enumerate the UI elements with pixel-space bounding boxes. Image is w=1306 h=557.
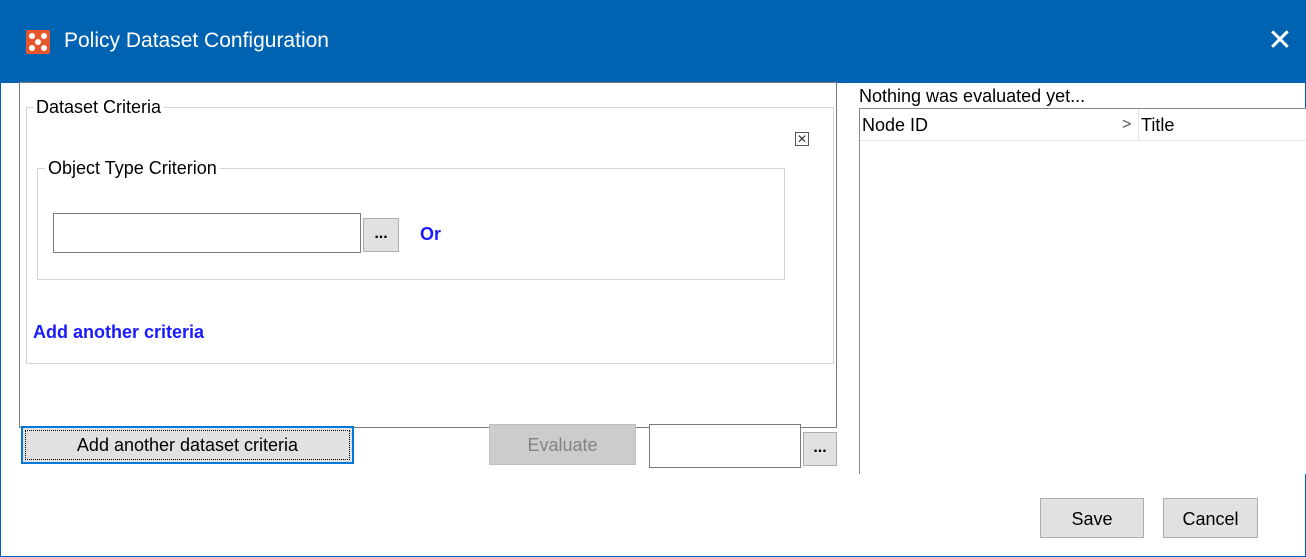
title-bar[interactable]: Policy Dataset Configuration ✕ [1, 0, 1306, 83]
object-type-input[interactable] [53, 213, 361, 253]
or-link[interactable]: Or [420, 224, 441, 245]
evaluate-input[interactable] [649, 424, 801, 468]
column-resize-chevron-icon: > [1122, 116, 1132, 133]
evaluate-browse-button[interactable]: ... [803, 432, 837, 466]
dataset-criteria-label: Dataset Criteria [33, 97, 165, 118]
results-status: Nothing was evaluated yet... [859, 86, 1086, 106]
remove-criteria-icon[interactable]: ✕ [795, 132, 809, 146]
add-criteria-link[interactable]: Add another criteria [33, 322, 204, 343]
results-list[interactable]: Node ID > Title [859, 108, 1306, 474]
cancel-button[interactable]: Cancel [1163, 498, 1258, 538]
object-type-label: Object Type Criterion [45, 158, 220, 179]
column-header-title[interactable]: Title [1139, 109, 1306, 141]
evaluate-button[interactable]: Evaluate [489, 424, 636, 465]
add-dataset-button[interactable]: Add another dataset criteria [21, 426, 354, 464]
close-icon[interactable]: ✕ [1265, 26, 1295, 56]
app-logo-icon [26, 30, 50, 54]
column-header-node-id[interactable]: Node ID [860, 109, 1138, 141]
policy-dataset-dialog: Policy Dataset Configuration ✕ Dataset C… [0, 0, 1306, 557]
window-title: Policy Dataset Configuration [64, 29, 329, 52]
object-type-browse-button[interactable]: ... [363, 218, 399, 252]
save-button[interactable]: Save [1040, 498, 1144, 538]
